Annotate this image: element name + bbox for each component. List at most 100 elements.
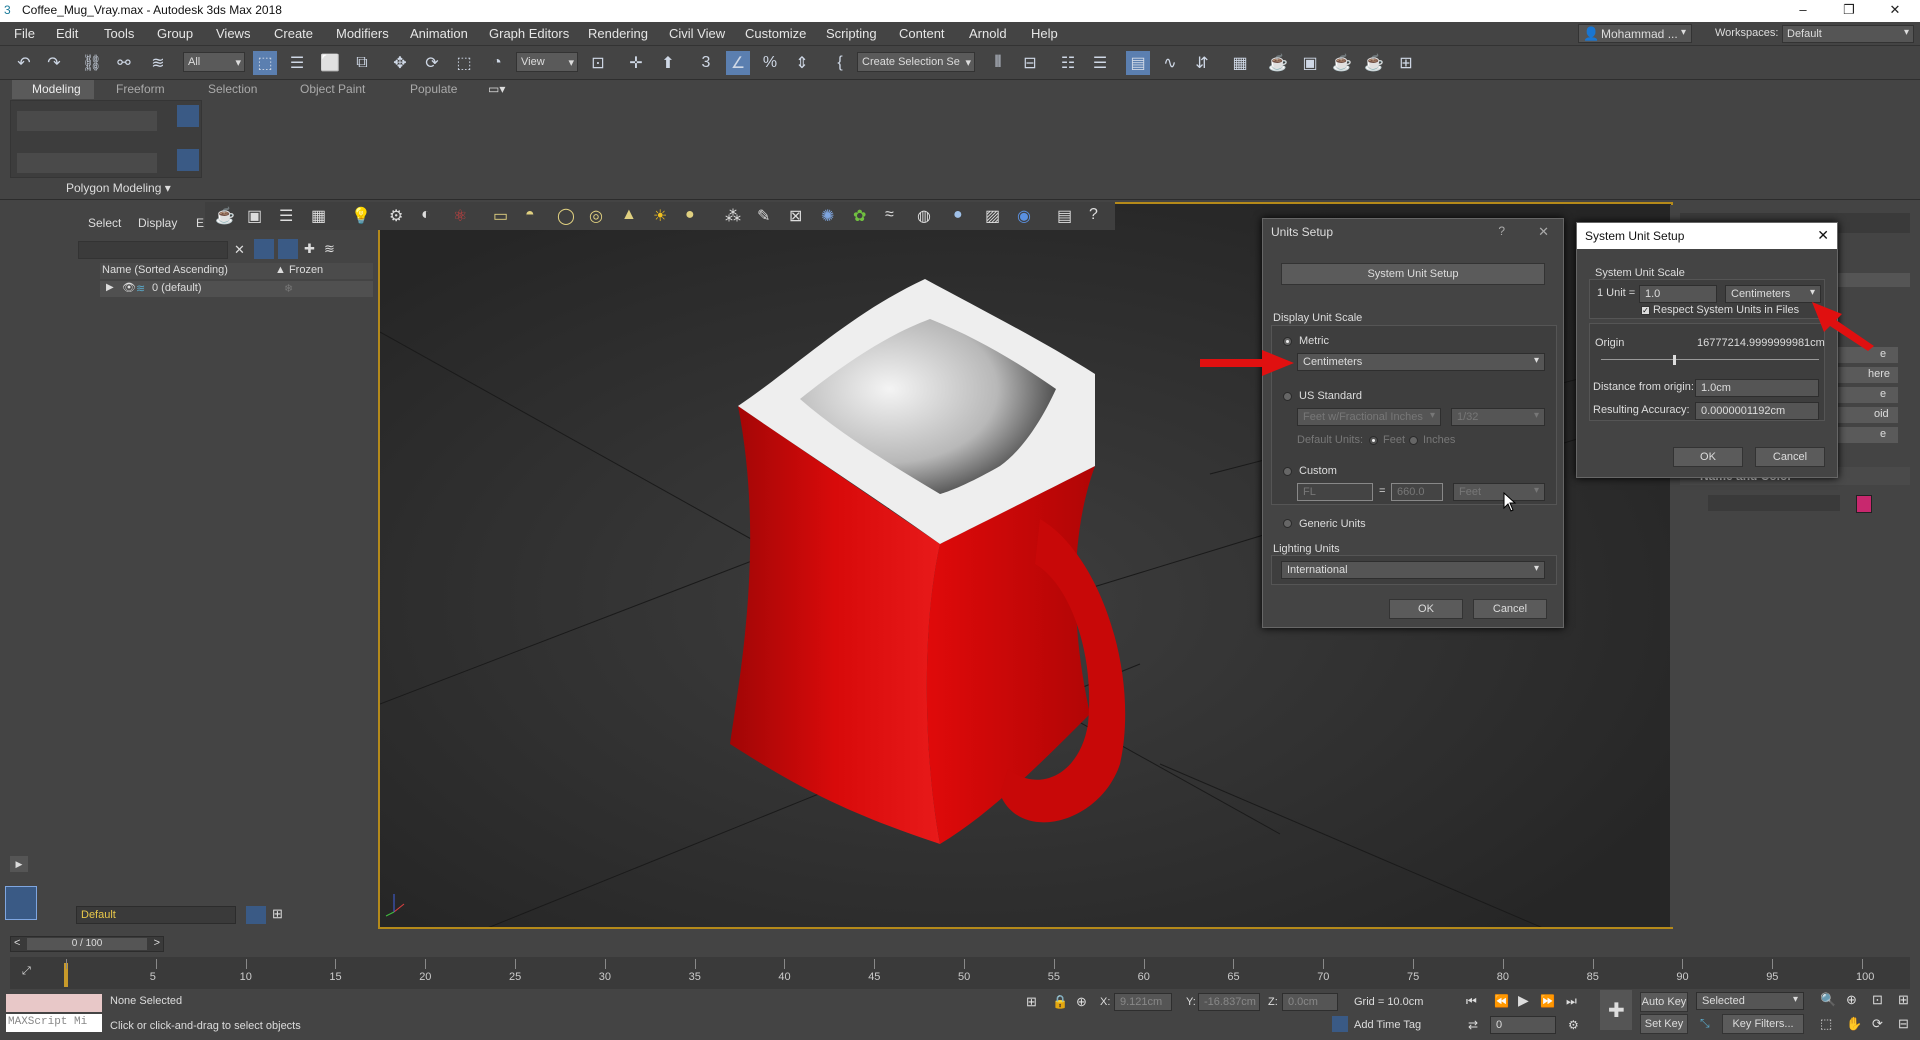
placement-icon[interactable]: ◔ [485,51,509,75]
plane-object-icon[interactable]: ⊠ [789,206,802,226]
eye-icon[interactable]: 👁 [122,281,136,294]
rectangular-selection-icon[interactable]: ⬜ [318,51,342,75]
menu-create[interactable]: Create [274,26,313,41]
undo-icon[interactable]: ↶ [12,51,36,75]
zoom-extents-all-icon[interactable]: ⊞ [1898,992,1909,1008]
layers-icon[interactable]: ≋ [324,241,335,257]
close-icon[interactable]: ✕ [1817,227,1829,244]
shell-icon[interactable]: ◍ [917,206,931,226]
reference-coordinate-dropdown[interactable]: View ▾ [516,52,578,72]
help-button[interactable]: ? [1498,224,1505,238]
time-configuration-icon[interactable]: ⚙ [1568,1018,1579,1032]
hair-icon[interactable]: ≈ [885,206,894,224]
settings-icon[interactable]: ⚙ [389,206,403,226]
ok-button[interactable]: OK [1673,447,1743,467]
menu-file[interactable]: File [14,26,35,41]
batch-icon[interactable]: ▤ [1057,206,1072,226]
go-to-start-icon[interactable]: ⏮ [1466,994,1477,1009]
custom-radio[interactable] [1283,467,1292,476]
light-icon[interactable]: 💡 [351,206,371,226]
graphite-icon[interactable] [177,105,199,127]
distance-input[interactable]: 1.0cm [1695,379,1819,397]
tab-display[interactable]: Display [138,216,177,230]
align-icon[interactable]: ⊟ [1018,51,1042,75]
auto-key-button[interactable]: Auto Key [1640,992,1688,1012]
unit-value-input[interactable]: 1.0 [1639,285,1717,303]
zoom-all-icon[interactable]: ⊕ [1846,992,1857,1008]
maximize-button[interactable]: ❐ [1826,0,1872,22]
tab-selection[interactable]: Selection [208,82,257,96]
layer-explorer-icon[interactable] [246,906,266,924]
previous-frame-icon[interactable]: ⏪ [1494,994,1509,1008]
z-coordinate-input[interactable]: 0.0cm [1282,993,1338,1011]
next-frame-icon[interactable]: ⏩ [1540,994,1555,1008]
render-icon[interactable]: ☕ [215,206,235,226]
set-key-big-button[interactable]: ✚ [1600,990,1632,1030]
window-crossing-icon[interactable]: ⧉ [350,51,374,75]
orbit-icon[interactable]: ⟳ [1872,1016,1883,1032]
menu-customize[interactable]: Customize [745,26,806,41]
key-filters-button[interactable]: Key Filters... [1722,1014,1804,1034]
frozen-icon[interactable]: ❄ [284,282,293,295]
close-icon[interactable]: ✕ [1538,224,1549,240]
us-units-dropdown[interactable]: Feet w/Fractional Inches [1297,408,1441,426]
object-button[interactable]: e [1834,427,1898,443]
key-mode-icon[interactable]: ⇄ [1468,1018,1478,1032]
snaps-toggle-icon[interactable]: 3 [694,51,718,75]
keyboard-shortcut-override-icon[interactable]: ⬆ [656,51,680,75]
plane-icon[interactable]: ▭ [493,206,508,226]
maximize-viewport-icon[interactable]: ⊟ [1898,1016,1909,1032]
menu-scripting[interactable]: Scripting [826,26,877,41]
mesh-icon[interactable]: ◎ [589,206,603,226]
cancel-button[interactable]: Cancel [1755,447,1825,467]
respect-units-checkbox[interactable]: ✓ [1641,306,1650,315]
sort-icon[interactable]: ⊞ [272,906,283,922]
menu-tools[interactable]: Tools [104,26,134,41]
ies-icon[interactable]: ● [685,206,695,224]
zoom-icon[interactable]: 🔍 [1820,992,1836,1008]
menu-graph-editors[interactable]: Graph Editors [489,26,569,41]
time-slider[interactable]: < 0 / 100 > [10,936,164,952]
user-account-dropdown[interactable]: 👤 Mohammad ... ▾ [1578,24,1692,43]
menu-animation[interactable]: Animation [410,26,468,41]
origin-slider-track[interactable] [1601,359,1819,360]
pivot-center-icon[interactable]: ⊡ [586,51,610,75]
metric-units-dropdown[interactable]: Centimeters [1297,353,1545,371]
percent-snap-icon[interactable]: % [758,51,782,75]
field-of-view-icon[interactable]: ⬚ [1820,1016,1832,1032]
y-coordinate-input[interactable]: -16.837cm [1198,993,1260,1011]
select-object-icon[interactable]: ⬚ [253,51,277,75]
dome-icon[interactable]: ◓ [525,206,535,224]
tab-edit[interactable]: E [196,216,204,230]
track-bar[interactable]: ⤢ 5 10 15 20 25 30 35 40 45 50 55 60 65 70 75 80 85 90 95 1… [10,957,1910,989]
tab-object-paint[interactable]: Object Paint [300,82,365,96]
coffee-mug[interactable] [730,279,1126,844]
tab-freeform[interactable]: Freeform [116,82,165,96]
texture-icon[interactable]: ▨ [985,206,1000,226]
time-prev-icon[interactable]: < [14,937,20,949]
custom-value-input[interactable]: 660.0 [1391,483,1443,501]
redo-icon[interactable]: ↷ [42,51,66,75]
menu-modifiers[interactable]: Modifiers [336,26,389,41]
maxscript-listener-input[interactable] [6,994,102,1012]
add-layer-icon[interactable]: ✚ [304,241,315,257]
isolate-icon[interactable]: ⊞ [1026,994,1037,1010]
schematic-view-icon[interactable]: ⇵ [1190,51,1214,75]
workspace-dropdown[interactable]: Default ▾ [1782,25,1914,43]
tab-populate[interactable]: Populate [410,82,457,96]
move-icon[interactable]: ✥ [388,51,412,75]
key-tangent-icon[interactable]: ⤡ [1700,1016,1710,1031]
sun-icon[interactable]: ☀ [653,206,667,226]
polygon-modeling-label[interactable]: Polygon Modeling ▾ [66,181,171,195]
render-iterative-icon[interactable]: ☕ [1362,51,1386,75]
scatter-icon[interactable]: ✺ [821,206,834,226]
menu-views[interactable]: Views [216,26,250,41]
ribbon-options-icon[interactable]: ▭▾ [488,82,505,96]
us-fraction-dropdown[interactable]: 1/32 [1451,408,1545,426]
expand-arrow-icon[interactable]: ▶ [106,282,114,293]
render-in-cloud-icon[interactable]: ⊞ [1394,51,1418,75]
current-frame-input[interactable]: 0 [1490,1016,1556,1034]
vfb-icon[interactable]: ◉ [1017,206,1031,226]
render-frame-icon[interactable]: ▣ [247,206,262,226]
edit-named-selection-icon[interactable]: { [828,51,852,75]
